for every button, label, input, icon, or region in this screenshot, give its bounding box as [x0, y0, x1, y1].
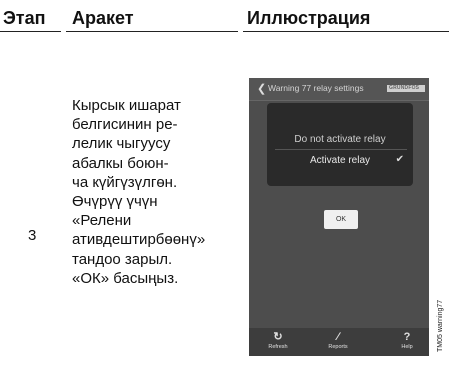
- action-text: Кырсык ишарат белгисинин ре- лелик чыгуу…: [72, 97, 206, 287]
- option-do-not-activate[interactable]: Do not activate relay: [267, 134, 413, 145]
- reports-label: Reports: [328, 344, 348, 350]
- header-action: Аракет: [72, 8, 134, 28]
- header-rule: [66, 31, 238, 32]
- brand-logo: GRUNDFOS: [387, 85, 425, 92]
- header-rule: [243, 31, 449, 32]
- back-arrow-icon[interactable]: ❮: [257, 82, 266, 95]
- option-activate[interactable]: Activate relay: [267, 155, 413, 166]
- help-icon: ?: [403, 331, 411, 343]
- refresh-button[interactable]: ↻ Refresh: [263, 331, 293, 351]
- ok-button[interactable]: OK: [324, 210, 358, 229]
- header-illustration: Иллюстрация: [247, 8, 371, 28]
- help-button[interactable]: ? Help: [397, 331, 417, 351]
- top-bar: ❮ Warning 77 relay settings GRUNDFOS: [249, 78, 429, 101]
- help-label: Help: [401, 344, 413, 350]
- refresh-label: Refresh: [268, 344, 288, 350]
- device-screen: ❮ Warning 77 relay settings GRUNDFOS Do …: [249, 78, 429, 356]
- step-number: 3: [28, 227, 37, 244]
- header-step: Этап: [3, 8, 46, 28]
- reports-button[interactable]: ∕ Reports: [322, 331, 354, 351]
- refresh-icon: ↻: [273, 331, 283, 343]
- bottom-bar: ↻ Refresh ∕ Reports ? Help: [249, 328, 429, 356]
- relay-dialog: Do not activate relay Activate relay ✔: [267, 103, 413, 186]
- figure-id: TM05 warning77: [437, 299, 444, 352]
- header-rule: [0, 31, 61, 32]
- pen-icon: ∕: [337, 331, 339, 343]
- divider: [275, 149, 407, 150]
- screen-title: Warning 77 relay settings: [268, 83, 364, 93]
- checkmark-icon: ✔: [395, 154, 404, 165]
